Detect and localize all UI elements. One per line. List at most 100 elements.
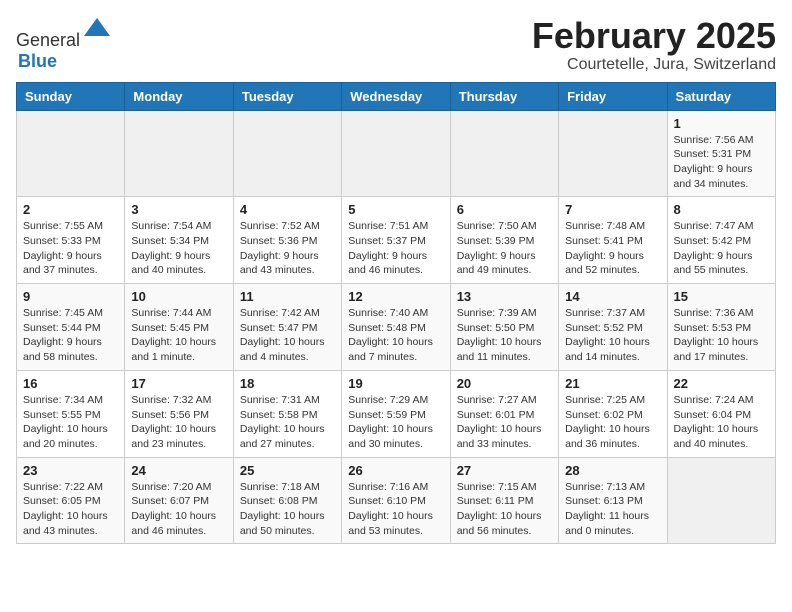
day-number: 7 <box>565 202 660 217</box>
day-info: Sunrise: 7:20 AM Sunset: 6:07 PM Dayligh… <box>131 480 226 539</box>
page-header: General Blue February 2025 Courtetelle, … <box>16 16 776 74</box>
calendar-cell: 22Sunrise: 7:24 AM Sunset: 6:04 PM Dayli… <box>667 370 775 457</box>
day-info: Sunrise: 7:48 AM Sunset: 5:41 PM Dayligh… <box>565 219 660 278</box>
calendar-cell: 6 Sunrise: 7:50 AM Sunset: 5:39 PM Daylig… <box>450 197 558 284</box>
day-info: Sunrise: 7:51 AM Sunset: 5:37 PM Dayligh… <box>348 219 443 278</box>
calendar-cell: 14Sunrise: 7:37 AM Sunset: 5:52 PM Dayli… <box>559 284 667 371</box>
day-number: 26 <box>348 463 443 478</box>
month-title: February 2025 <box>532 16 776 56</box>
weekday-header: Sunday <box>17 82 125 110</box>
calendar-cell <box>233 110 341 197</box>
day-number: 19 <box>348 376 443 391</box>
day-number: 6 <box>457 202 552 217</box>
calendar-cell: 4 Sunrise: 7:52 AM Sunset: 5:36 PM Daylig… <box>233 197 341 284</box>
calendar-cell: 13Sunrise: 7:39 AM Sunset: 5:50 PM Dayli… <box>450 284 558 371</box>
day-info: Sunrise: 7:31 AM Sunset: 5:58 PM Dayligh… <box>240 393 335 452</box>
calendar-cell <box>450 110 558 197</box>
day-number: 21 <box>565 376 660 391</box>
day-info: Sunrise: 7:29 AM Sunset: 5:59 PM Dayligh… <box>348 393 443 452</box>
calendar-cell: 16 Sunrise: 7:34 AM Sunset: 5:55 PM Dayli… <box>17 370 125 457</box>
day-info: Sunrise: 7:22 AM Sunset: 6:05 PM Dayligh… <box>23 480 118 539</box>
calendar-week-row: 1 Sunrise: 7:56 AM Sunset: 5:31 PM Daylig… <box>17 110 776 197</box>
logo-blue: Blue <box>18 51 57 71</box>
day-number: 9 <box>23 289 118 304</box>
day-number: 10 <box>131 289 226 304</box>
calendar-cell: 10Sunrise: 7:44 AM Sunset: 5:45 PM Dayli… <box>125 284 233 371</box>
day-info: Sunrise: 7:34 AM Sunset: 5:55 PM Dayligh… <box>23 393 118 452</box>
weekday-header: Friday <box>559 82 667 110</box>
day-number: 3 <box>131 202 226 217</box>
day-number: 8 <box>674 202 769 217</box>
calendar-cell: 20 Sunrise: 7:27 AM Sunset: 6:01 PM Dayli… <box>450 370 558 457</box>
calendar-cell: 19 Sunrise: 7:29 AM Sunset: 5:59 PM Dayli… <box>342 370 450 457</box>
calendar-cell: 23 Sunrise: 7:22 AM Sunset: 6:05 PM Dayli… <box>17 457 125 544</box>
day-number: 4 <box>240 202 335 217</box>
day-number: 28 <box>565 463 660 478</box>
calendar-cell <box>17 110 125 197</box>
calendar-week-row: 9Sunrise: 7:45 AM Sunset: 5:44 PM Daylig… <box>17 284 776 371</box>
day-info: Sunrise: 7:50 AM Sunset: 5:39 PM Dayligh… <box>457 219 552 278</box>
weekday-header: Saturday <box>667 82 775 110</box>
weekday-header: Wednesday <box>342 82 450 110</box>
day-info: Sunrise: 7:25 AM Sunset: 6:02 PM Dayligh… <box>565 393 660 452</box>
calendar-body: 1 Sunrise: 7:56 AM Sunset: 5:31 PM Daylig… <box>17 110 776 544</box>
day-number: 16 <box>23 376 118 391</box>
day-info: Sunrise: 7:47 AM Sunset: 5:42 PM Dayligh… <box>674 219 769 278</box>
calendar-cell <box>559 110 667 197</box>
day-number: 18 <box>240 376 335 391</box>
day-info: Sunrise: 7:18 AM Sunset: 6:08 PM Dayligh… <box>240 480 335 539</box>
day-info: Sunrise: 7:52 AM Sunset: 5:36 PM Dayligh… <box>240 219 335 278</box>
calendar-cell <box>342 110 450 197</box>
calendar-cell: 9Sunrise: 7:45 AM Sunset: 5:44 PM Daylig… <box>17 284 125 371</box>
day-number: 20 <box>457 376 552 391</box>
day-number: 5 <box>348 202 443 217</box>
day-info: Sunrise: 7:27 AM Sunset: 6:01 PM Dayligh… <box>457 393 552 452</box>
calendar-cell: 27Sunrise: 7:15 AM Sunset: 6:11 PM Dayli… <box>450 457 558 544</box>
weekday-header: Tuesday <box>233 82 341 110</box>
calendar-cell: 8 Sunrise: 7:47 AM Sunset: 5:42 PM Daylig… <box>667 197 775 284</box>
calendar-cell: 1 Sunrise: 7:56 AM Sunset: 5:31 PM Daylig… <box>667 110 775 197</box>
calendar-cell: 25 Sunrise: 7:18 AM Sunset: 6:08 PM Dayli… <box>233 457 341 544</box>
logo-general: General <box>16 30 80 50</box>
calendar-cell: 3 Sunrise: 7:54 AM Sunset: 5:34 PM Daylig… <box>125 197 233 284</box>
calendar-cell: 5 Sunrise: 7:51 AM Sunset: 5:37 PM Daylig… <box>342 197 450 284</box>
calendar-cell: 28 Sunrise: 7:13 AM Sunset: 6:13 PM Dayli… <box>559 457 667 544</box>
calendar-cell <box>125 110 233 197</box>
day-info: Sunrise: 7:24 AM Sunset: 6:04 PM Dayligh… <box>674 393 769 452</box>
day-info: Sunrise: 7:37 AM Sunset: 5:52 PM Dayligh… <box>565 306 660 365</box>
day-number: 11 <box>240 289 335 304</box>
day-number: 2 <box>23 202 118 217</box>
day-number: 12 <box>348 289 443 304</box>
day-info: Sunrise: 7:55 AM Sunset: 5:33 PM Dayligh… <box>23 219 118 278</box>
calendar-cell <box>667 457 775 544</box>
logo-icon <box>82 16 112 46</box>
calendar-cell: 17Sunrise: 7:32 AM Sunset: 5:56 PM Dayli… <box>125 370 233 457</box>
calendar-header: SundayMondayTuesdayWednesdayThursdayFrid… <box>17 82 776 110</box>
weekday-header: Monday <box>125 82 233 110</box>
calendar-week-row: 23 Sunrise: 7:22 AM Sunset: 6:05 PM Dayli… <box>17 457 776 544</box>
day-info: Sunrise: 7:42 AM Sunset: 5:47 PM Dayligh… <box>240 306 335 365</box>
day-number: 1 <box>674 116 769 131</box>
location: Courtetelle, Jura, Switzerland <box>532 56 776 74</box>
calendar-cell: 24 Sunrise: 7:20 AM Sunset: 6:07 PM Dayli… <box>125 457 233 544</box>
calendar-week-row: 16 Sunrise: 7:34 AM Sunset: 5:55 PM Dayli… <box>17 370 776 457</box>
logo: General Blue <box>16 16 112 72</box>
calendar-cell: 18 Sunrise: 7:31 AM Sunset: 5:58 PM Dayli… <box>233 370 341 457</box>
day-info: Sunrise: 7:13 AM Sunset: 6:13 PM Dayligh… <box>565 480 660 539</box>
day-number: 15 <box>674 289 769 304</box>
day-number: 13 <box>457 289 552 304</box>
calendar-week-row: 2 Sunrise: 7:55 AM Sunset: 5:33 PM Daylig… <box>17 197 776 284</box>
day-info: Sunrise: 7:40 AM Sunset: 5:48 PM Dayligh… <box>348 306 443 365</box>
calendar-cell: 21 Sunrise: 7:25 AM Sunset: 6:02 PM Dayli… <box>559 370 667 457</box>
day-info: Sunrise: 7:16 AM Sunset: 6:10 PM Dayligh… <box>348 480 443 539</box>
calendar-cell: 11 Sunrise: 7:42 AM Sunset: 5:47 PM Dayli… <box>233 284 341 371</box>
calendar-table: SundayMondayTuesdayWednesdayThursdayFrid… <box>16 82 776 545</box>
day-number: 23 <box>23 463 118 478</box>
day-number: 24 <box>131 463 226 478</box>
calendar-cell: 7 Sunrise: 7:48 AM Sunset: 5:41 PM Daylig… <box>559 197 667 284</box>
day-info: Sunrise: 7:56 AM Sunset: 5:31 PM Dayligh… <box>674 133 769 192</box>
calendar-cell: 26 Sunrise: 7:16 AM Sunset: 6:10 PM Dayli… <box>342 457 450 544</box>
calendar-cell: 12 Sunrise: 7:40 AM Sunset: 5:48 PM Dayli… <box>342 284 450 371</box>
day-info: Sunrise: 7:54 AM Sunset: 5:34 PM Dayligh… <box>131 219 226 278</box>
day-number: 25 <box>240 463 335 478</box>
